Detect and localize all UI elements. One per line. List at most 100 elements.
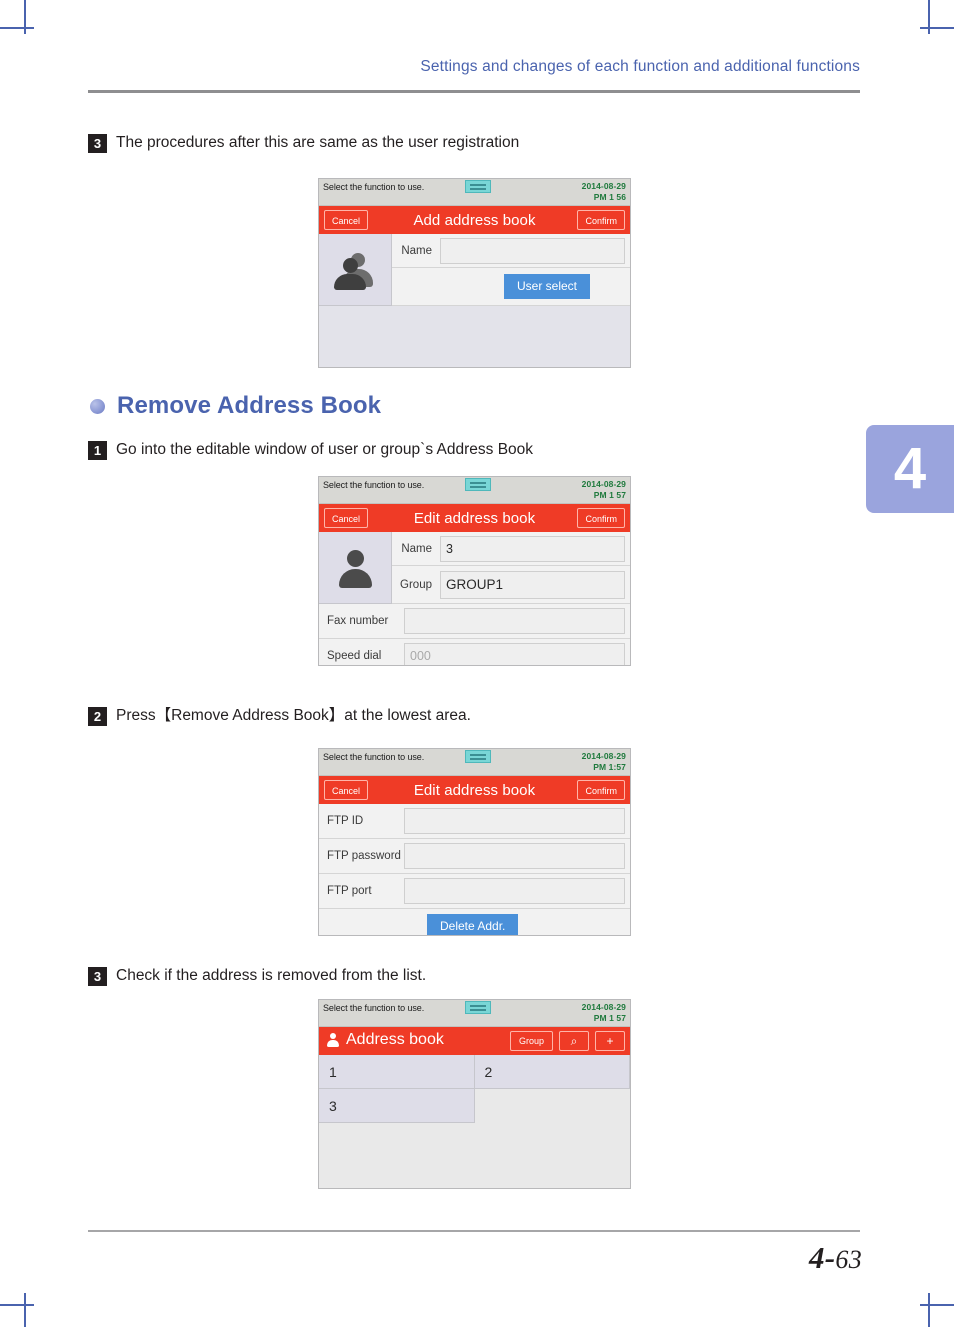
ftp-password-input[interactable]: [404, 843, 625, 869]
step-badge: 3: [88, 134, 107, 153]
confirm-button[interactable]: Confirm: [577, 508, 625, 528]
group-field-row: Group GROUP1: [392, 566, 630, 604]
group-input[interactable]: GROUP1: [440, 570, 625, 599]
name-input[interactable]: 3: [440, 535, 625, 562]
list-item-empty: [474, 1089, 630, 1123]
list-item[interactable]: 1: [319, 1055, 475, 1089]
status-indicator-icon: [465, 478, 491, 491]
add-icon[interactable]: +: [595, 1031, 625, 1051]
ftp-password-label: FTP password: [327, 850, 401, 862]
status-date: 2014-08-29: [581, 479, 626, 489]
header-divider: [88, 90, 860, 93]
step-row-2: 2 Press【Remove Address Book】at the lowes…: [88, 703, 471, 726]
name-label: Name: [401, 244, 432, 257]
device-status-bar: Select the function to use. 2014-08-29 P…: [319, 749, 630, 776]
status-time: PM 1 56: [593, 192, 626, 202]
section-heading-text: Remove Address Book: [117, 392, 382, 419]
list-item[interactable]: 3: [319, 1089, 475, 1123]
name-label: Name: [401, 542, 432, 555]
device-title-bar: Address book Group ⌕ +: [319, 1027, 630, 1055]
status-date: 2014-08-29: [581, 1002, 626, 1012]
person-icon: [327, 1032, 339, 1048]
crop-mark-top-right-h: [920, 27, 954, 29]
group-button[interactable]: Group: [509, 1031, 553, 1051]
step-row-top: 3 The procedures after this are same as …: [88, 133, 520, 153]
list-item[interactable]: 2: [474, 1055, 630, 1089]
status-date: 2014-08-29: [581, 751, 626, 761]
device-body: Name 3 Group GROUP1 Fax number Speed dia…: [319, 532, 630, 665]
status-indicator-icon: [465, 1001, 491, 1014]
ftp-port-label: FTP port: [327, 885, 372, 897]
user-avatar: [319, 532, 392, 604]
step-badge: 3: [88, 967, 107, 986]
running-header: Settings and changes of each function an…: [88, 58, 860, 76]
ftp-port-input[interactable]: [404, 878, 625, 904]
fax-number-label: Fax number: [327, 615, 389, 627]
step-badge: 2: [88, 707, 107, 726]
confirm-button[interactable]: Confirm: [577, 780, 625, 800]
ftp-id-input[interactable]: [404, 808, 625, 834]
status-indicator-icon: [465, 180, 491, 193]
ftp-id-field-row: FTP ID: [319, 804, 630, 839]
screenshot-add-address-book: Select the function to use. 2014-08-29 P…: [318, 178, 631, 368]
fields-column: Name 3 Group GROUP1: [392, 532, 630, 604]
device-body: FTP ID FTP password FTP port Delete Addr…: [319, 804, 630, 935]
device-body: Name User select: [319, 234, 630, 367]
name-input[interactable]: [440, 237, 625, 264]
device-status-bar: Select the function to use. 2014-08-29 P…: [319, 179, 630, 206]
status-hint-text: Select the function to use.: [323, 1003, 425, 1013]
section-heading: Remove Address Book: [90, 392, 381, 420]
fields-column: Name User select: [392, 234, 630, 306]
speed-dial-input[interactable]: 000: [404, 643, 625, 665]
chapter-tab-number: 4: [893, 436, 927, 501]
running-header-text: Settings and changes of each function an…: [420, 58, 860, 75]
ftp-port-field-row: FTP port: [319, 874, 630, 909]
group-label: Group: [400, 578, 432, 591]
footer-divider: [88, 1230, 860, 1232]
screenshot-edit-address-book-details: Select the function to use. 2014-08-29 P…: [318, 476, 631, 666]
device-status-bar: Select the function to use. 2014-08-29 P…: [319, 477, 630, 504]
page-number: 4-63: [809, 1240, 862, 1276]
step-text: Go into the editable window of user or g…: [116, 441, 534, 458]
page-number-major: 4-: [808, 1240, 836, 1275]
status-hint-text: Select the function to use.: [323, 182, 425, 192]
device-status-bar: Select the function to use. 2014-08-29 P…: [319, 1000, 630, 1027]
search-icon[interactable]: ⌕: [559, 1031, 589, 1051]
device-title-bar: Cancel Edit address book Confirm: [319, 504, 630, 532]
screen-title: Address book: [346, 1031, 444, 1048]
step-text: Check if the address is removed from the…: [116, 967, 427, 984]
status-indicator-icon: [465, 750, 491, 763]
crop-mark-bottom-left-h: [0, 1304, 34, 1306]
user-select-button[interactable]: User select: [504, 273, 591, 300]
address-book-title: Address book: [327, 1031, 444, 1049]
fax-number-field-row: Fax number: [319, 604, 630, 639]
crop-mark-bottom-left-v: [24, 1293, 26, 1327]
crop-mark-top-left-h: [0, 27, 34, 29]
confirm-button[interactable]: Confirm: [577, 210, 625, 230]
step-text: Press【Remove Address Book】at the lowest …: [116, 707, 471, 724]
bullet-sphere-icon: [90, 398, 105, 414]
screenshot-address-book-list: Select the function to use. 2014-08-29 P…: [318, 999, 631, 1189]
screenshot-edit-address-book-ftp: Select the function to use. 2014-08-29 P…: [318, 748, 631, 936]
empty-area: [319, 306, 630, 367]
page-number-minor: 63: [835, 1245, 862, 1274]
delete-address-row: Delete Addr.: [319, 909, 630, 935]
device-body: 1 2 3: [319, 1055, 630, 1188]
status-time: PM 1:57: [593, 762, 626, 772]
person-icon: [335, 548, 375, 588]
group-person-icon: [332, 250, 378, 290]
step-row-3: 3 Check if the address is removed from t…: [88, 966, 427, 986]
delete-address-button[interactable]: Delete Addr.: [427, 914, 519, 935]
name-field-row: Name: [392, 234, 630, 268]
status-time: PM 1 57: [593, 490, 626, 500]
user-select-row: User select: [392, 268, 630, 306]
group-avatar: [319, 234, 392, 306]
address-entry-list: 1 2 3: [319, 1055, 630, 1123]
ftp-id-label: FTP ID: [327, 815, 364, 827]
speed-dial-label: Speed dial: [327, 650, 382, 662]
step-row-1: 1 Go into the editable window of user or…: [88, 440, 534, 460]
status-date: 2014-08-29: [581, 181, 626, 191]
step-text: The procedures after this are same as th…: [116, 134, 520, 151]
fax-number-input[interactable]: [404, 608, 625, 634]
ftp-password-field-row: FTP password: [319, 839, 630, 874]
